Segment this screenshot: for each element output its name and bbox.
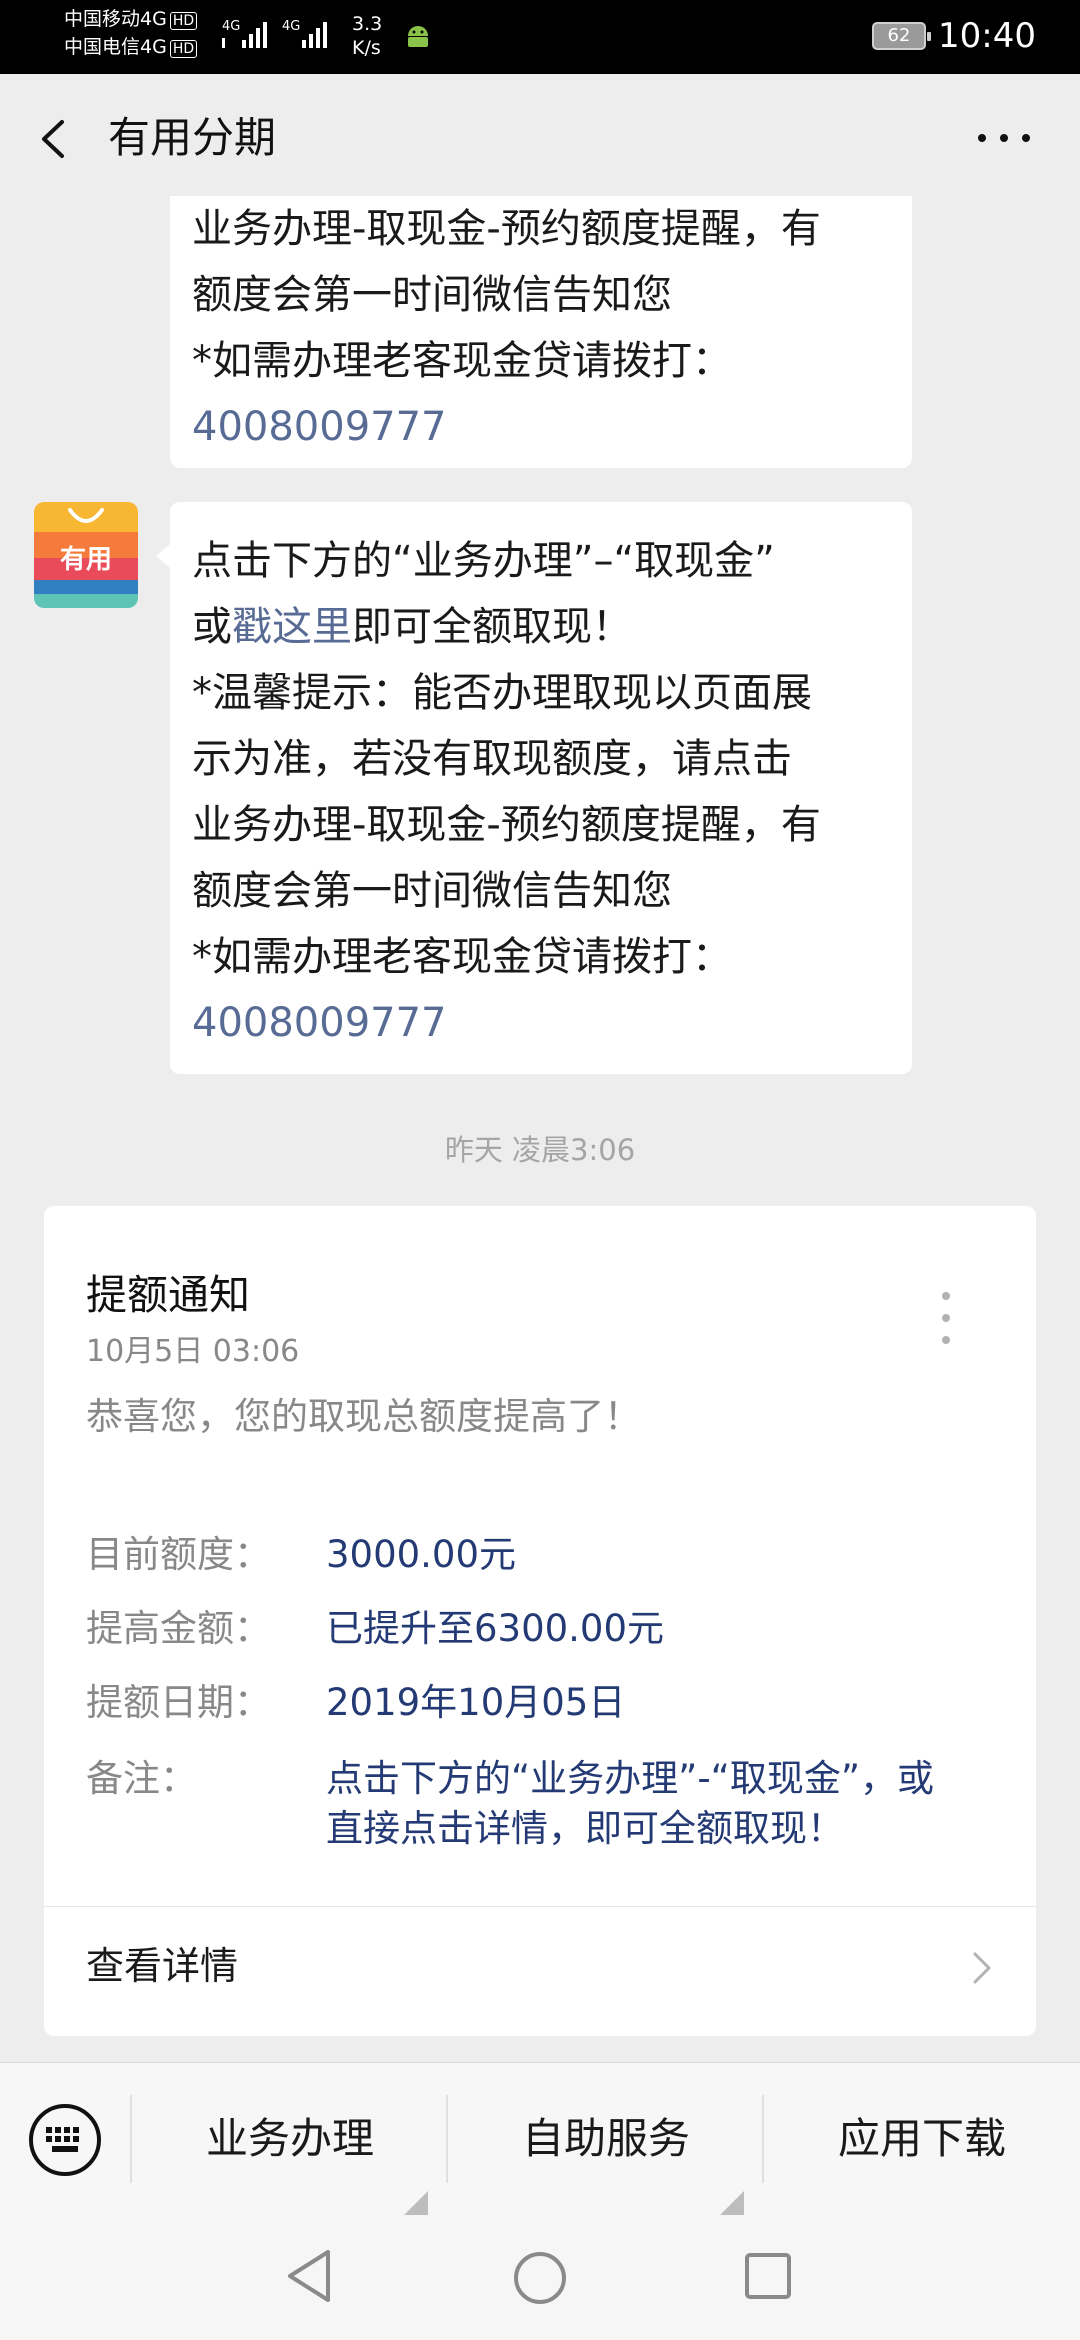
card-menu-icon[interactable] — [940, 1288, 952, 1348]
row-label: 目前额度： — [86, 1533, 271, 1576]
view-details-link[interactable]: 查看详情 — [86, 1940, 238, 1992]
network-type-2: 4G — [282, 19, 300, 34]
keyboard-icon[interactable] — [28, 2103, 102, 2177]
inline-link[interactable]: 戳这里 — [232, 604, 352, 650]
avatar-label: 有用 — [60, 545, 112, 575]
row-value: 直接点击详情，即可全额取现！ — [326, 1807, 844, 1850]
hd-badge: HD — [169, 40, 198, 58]
message-bubble: 点击下方的“业务办理”–“取现金” 或戳这里即可全额取现！ *温馨提示：能否办理… — [156, 502, 912, 1074]
row-value: 2019年10月05日 — [326, 1681, 626, 1724]
row-value: 已提升至6300.00元 — [326, 1607, 665, 1650]
status-bar: 中国移动4G HD 中国电信4G HD 4G 4G 3.3 K/s 62 10:40 — [0, 0, 1080, 74]
signal-icon-1: 4G — [222, 19, 267, 48]
menu-self-service[interactable]: 自助服务 — [448, 2109, 764, 2169]
message-line: *如需办理老客现金贷请拨打： — [192, 934, 732, 980]
card-message: 恭喜您，您的取现总额度提高了！ — [86, 1395, 641, 1438]
hd-badge: HD — [169, 12, 198, 30]
message-line: *如需办理老客现金贷请拨打： — [192, 338, 732, 384]
nav-back-icon[interactable] — [282, 2246, 338, 2306]
message-bubble: 业务办理-取现金-预约额度提醒，有 额度会第一时间微信告知您 *如需办理老客现金… — [170, 196, 912, 468]
title-bar: 有用分期 — [0, 74, 1080, 204]
carrier-1: 中国移动4G HD — [64, 8, 198, 30]
message-line: 示为准，若没有取现额度，请点击 — [192, 736, 792, 782]
carrier-2: 中国电信4G HD — [64, 36, 198, 58]
clock: 10:40 — [938, 16, 1036, 56]
more-options-icon[interactable] — [974, 126, 1034, 150]
nav-home-icon[interactable] — [512, 2250, 568, 2306]
card-date: 10月5日 03:06 — [86, 1334, 300, 1369]
row-label: 提高金额： — [86, 1607, 271, 1650]
submenu-indicator — [404, 2191, 428, 2215]
menu-business[interactable]: 业务办理 — [132, 2109, 448, 2169]
message-line: 额度会第一时间微信告知您 — [192, 868, 672, 914]
phone-link[interactable]: 4008009777 — [192, 990, 890, 1056]
message-line: 业务办理-取现金-预约额度提醒，有 — [192, 206, 821, 252]
message-line: 业务办理-取现金-预约额度提醒，有 — [192, 802, 821, 848]
phone-link[interactable]: 4008009777 — [192, 394, 890, 460]
back-arrow-icon[interactable] — [30, 116, 76, 162]
row-label: 提额日期： — [86, 1681, 271, 1724]
notification-card[interactable]: 提额通知 10月5日 03:06 恭喜您，您的取现总额度提高了！ 目前额度： 3… — [44, 1206, 1036, 2036]
divider — [44, 1906, 1036, 1907]
nav-recents-icon[interactable] — [744, 2252, 792, 2300]
page-title: 有用分期 — [108, 113, 277, 162]
bottom-menu: 业务办理 自助服务 应用下载 — [0, 2062, 1080, 2216]
message-line: 或戳这里即可全额取现！ — [192, 604, 632, 650]
network-type-1: 4G — [222, 19, 240, 34]
message-timestamp: 昨天 凌晨3:06 — [444, 1133, 636, 1167]
menu-app-download[interactable]: 应用下载 — [764, 2109, 1080, 2169]
android-icon — [408, 26, 428, 47]
row-value: 3000.00元 — [326, 1533, 517, 1576]
message-line: 点击下方的“业务办理”–“取现金” — [192, 538, 775, 584]
row-label: 备注： — [86, 1757, 197, 1800]
navigation-bar — [0, 2216, 1080, 2340]
chevron-right-icon — [973, 1952, 991, 1984]
card-title: 提额通知 — [86, 1271, 250, 1319]
message-line: 额度会第一时间微信告知您 — [192, 272, 672, 318]
submenu-indicator — [720, 2191, 744, 2215]
signal-icon-2: 4G — [282, 19, 327, 48]
message-line: *温馨提示：能否办理取现以页面展 — [192, 670, 812, 716]
network-speed: 3.3 K/s — [352, 13, 383, 59]
battery-indicator: 62 — [872, 22, 931, 50]
row-value: 点击下方的“业务办理”-“取现金”，或 — [326, 1757, 935, 1800]
official-account-avatar[interactable]: 有用 — [34, 502, 138, 608]
